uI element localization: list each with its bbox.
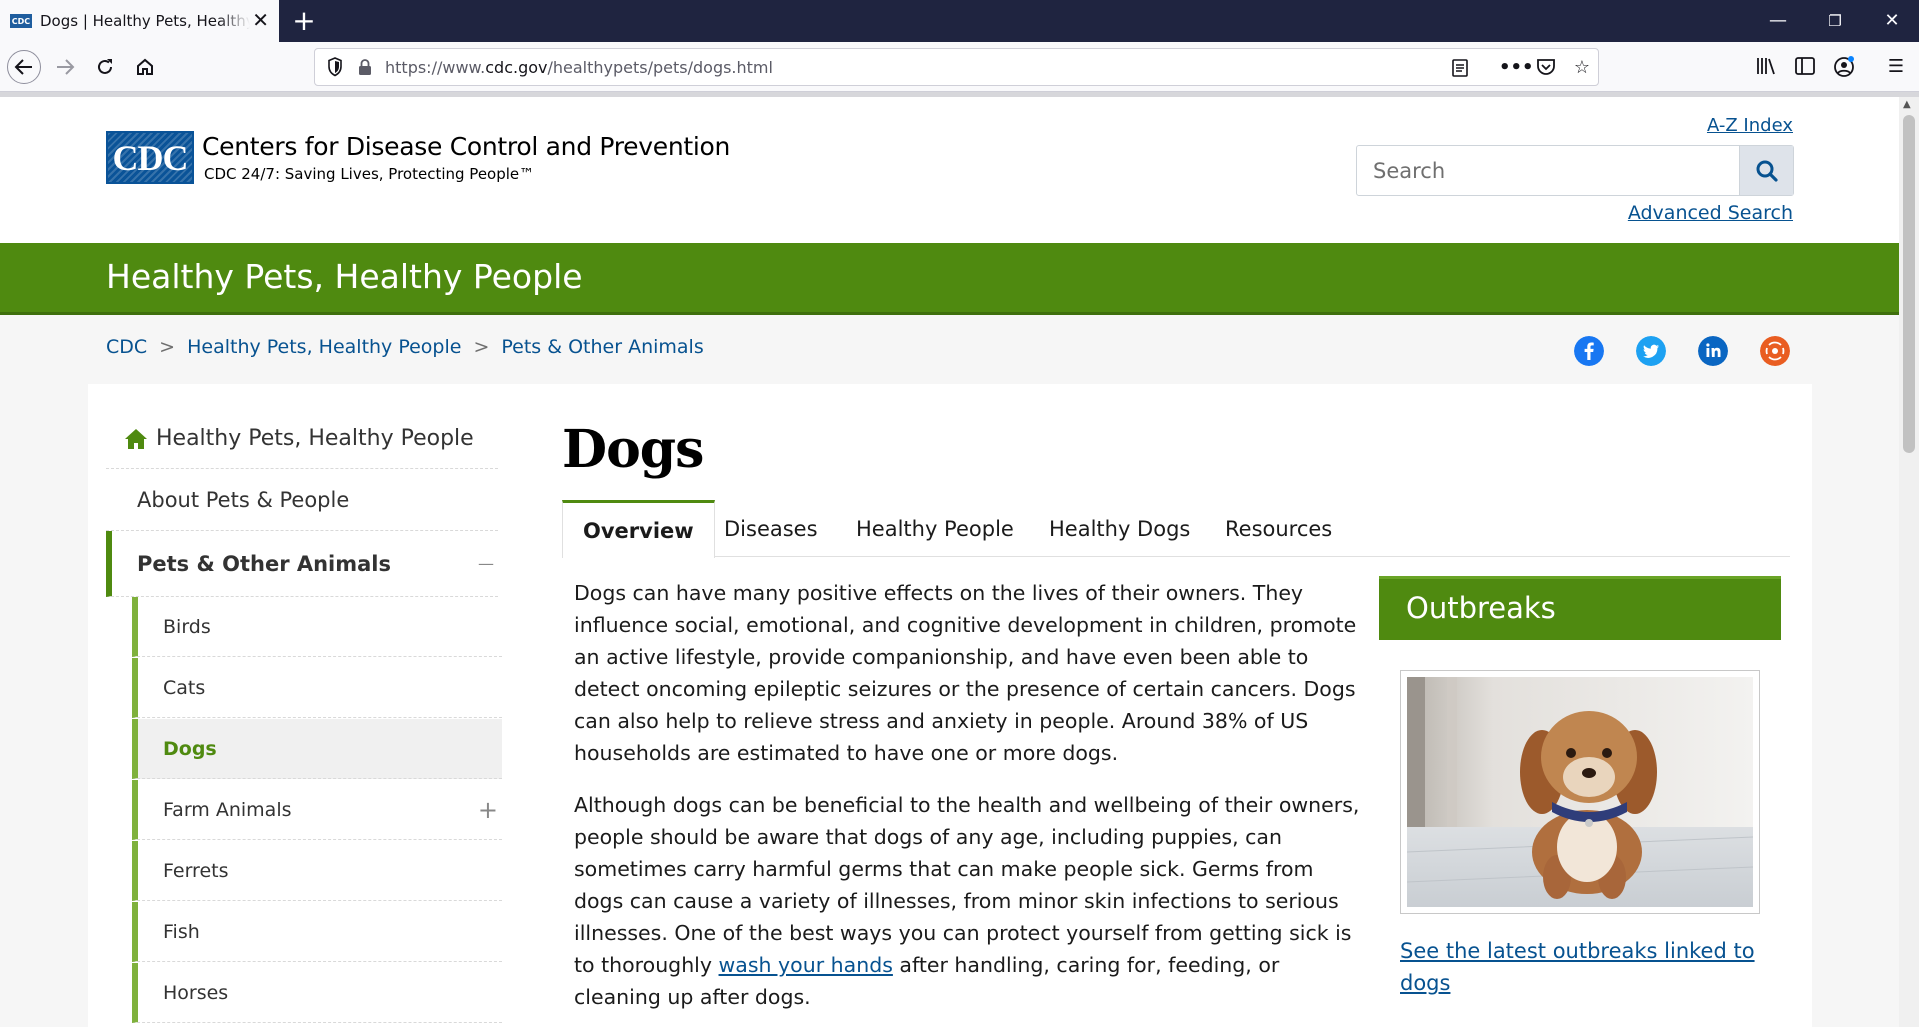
page-actions-icon[interactable]: ••• xyxy=(1499,58,1534,78)
collapse-icon[interactable]: — xyxy=(478,554,494,573)
browser-tab-bar: CDC Dogs | Healthy Pets, Healthy People … xyxy=(0,0,1919,42)
expand-icon[interactable]: + xyxy=(478,796,498,824)
library-icon[interactable] xyxy=(1754,56,1778,78)
back-arrow-icon xyxy=(14,59,32,75)
url-prefix: https://www. xyxy=(385,58,486,77)
sidebar-item-label: Farm Animals xyxy=(163,798,292,821)
pocket-icon[interactable] xyxy=(1535,58,1557,78)
tab-healthy-dogs[interactable]: Healthy Dogs xyxy=(1049,500,1190,557)
home-button[interactable] xyxy=(128,50,162,84)
reload-button[interactable] xyxy=(88,50,122,84)
sidebar-item-about[interactable]: About Pets & People xyxy=(106,469,498,531)
scroll-up-icon[interactable]: ▲ xyxy=(1903,99,1911,110)
tab-title: Dogs | Healthy Pets, Healthy People | CD… xyxy=(40,12,250,30)
wash-hands-link[interactable]: wash your hands xyxy=(719,953,893,977)
tagline: CDC 24/7: Saving Lives, Protecting Peopl… xyxy=(204,165,535,183)
home-icon xyxy=(125,428,147,449)
breadcrumb-pets-other-animals[interactable]: Pets & Other Animals xyxy=(501,336,703,358)
url-domain: cdc.gov xyxy=(485,58,548,77)
minimize-window-button[interactable]: — xyxy=(1758,6,1798,36)
site-header: CDC Centers for Disease Control and Prev… xyxy=(0,97,1899,243)
tab-overview[interactable]: Overview xyxy=(562,500,715,558)
sidebar-item-label: Horses xyxy=(163,981,229,1004)
breadcrumb-separator: > xyxy=(159,336,176,358)
page-title: Dogs xyxy=(562,419,704,480)
sidebar-item-label: Pets & Other Animals xyxy=(137,551,392,576)
cdc-favicon-icon: CDC xyxy=(10,14,32,28)
reader-view-icon[interactable] xyxy=(1449,58,1471,78)
restore-window-button[interactable]: ❐ xyxy=(1815,6,1855,36)
sidebar-item-label: Cats xyxy=(163,676,206,699)
intro-paragraph: Dogs can have many positive effects on t… xyxy=(574,581,1357,765)
browser-nav-bar: https://www.cdc.gov/healthypets/pets/dog… xyxy=(0,42,1919,92)
lock-icon[interactable] xyxy=(357,58,373,76)
sidebar-item-cats[interactable]: Cats xyxy=(132,658,502,718)
sidebar-home-label: Healthy Pets, Healthy People xyxy=(156,426,474,451)
az-index-link[interactable]: A-Z Index xyxy=(1707,115,1793,136)
sidebar-item-pets-other-animals[interactable]: Pets & Other Animals — xyxy=(106,531,498,597)
outbreaks-header: Outbreaks xyxy=(1379,576,1781,640)
search-button[interactable] xyxy=(1739,146,1793,195)
breadcrumb: CDC > Healthy Pets, Healthy People > Pets & … xyxy=(106,336,704,358)
breadcrumb-healthy-pets[interactable]: Healthy Pets, Healthy People xyxy=(187,336,461,358)
org-name[interactable]: Centers for Disease Control and Preventi… xyxy=(202,132,730,161)
site-title-bar: Healthy Pets, Healthy People xyxy=(0,243,1899,315)
sidebar-item-label: About Pets & People xyxy=(137,487,350,512)
logo-text: CDC xyxy=(112,138,189,178)
page-scrollbar[interactable]: ▲ xyxy=(1899,97,1919,1027)
tracking-shield-icon[interactable] xyxy=(327,57,343,77)
sidebar-item-label: Ferrets xyxy=(163,859,229,882)
search-box xyxy=(1356,145,1794,196)
site-title[interactable]: Healthy Pets, Healthy People xyxy=(106,257,583,296)
home-icon xyxy=(137,58,153,75)
sidebar-item-birds[interactable]: Birds xyxy=(132,597,502,657)
url-text[interactable]: https://www.cdc.gov/healthypets/pets/dog… xyxy=(385,58,773,77)
tab-healthy-people[interactable]: Healthy People xyxy=(856,500,1014,557)
browser-tab[interactable]: CDC Dogs | Healthy Pets, Healthy People … xyxy=(0,0,279,42)
outbreaks-link[interactable]: See the latest outbreaks linked to dogs xyxy=(1400,935,1780,999)
content-tabs: Overview Diseases Healthy People Healthy… xyxy=(562,500,1790,558)
account-icon[interactable] xyxy=(1832,56,1856,78)
sidebar-item-horses[interactable]: Horses xyxy=(132,963,502,1023)
cdc-logo[interactable]: CDC xyxy=(106,131,194,184)
close-window-button[interactable]: ✕ xyxy=(1872,6,1912,36)
germs-paragraph: Although dogs can be beneficial to the h… xyxy=(574,789,1364,1013)
sidebar-item-label: Fish xyxy=(163,920,200,943)
breadcrumb-separator: > xyxy=(473,336,490,358)
tab-diseases[interactable]: Diseases xyxy=(724,500,818,557)
linkedin-icon[interactable] xyxy=(1698,336,1728,366)
outbreaks-title: Outbreaks xyxy=(1406,591,1556,625)
new-tab-button[interactable]: + xyxy=(287,4,321,38)
breadcrumb-cdc[interactable]: CDC xyxy=(106,336,147,358)
search-input[interactable] xyxy=(1357,146,1739,195)
facebook-icon[interactable] xyxy=(1574,336,1604,366)
address-bar[interactable]: https://www.cdc.gov/healthypets/pets/dog… xyxy=(314,48,1599,86)
forward-arrow-icon xyxy=(57,59,75,75)
search-icon xyxy=(1756,160,1778,182)
back-button[interactable] xyxy=(7,50,41,84)
menu-hamburger-icon[interactable]: ☰ xyxy=(1884,56,1908,78)
reload-icon xyxy=(98,59,112,74)
sidebar-home[interactable]: Healthy Pets, Healthy People xyxy=(106,409,498,469)
sidebar-item-label: Dogs xyxy=(163,737,217,760)
close-tab-icon[interactable]: ✕ xyxy=(252,10,269,30)
url-path: /healthypets/pets/dogs.html xyxy=(547,58,773,77)
scrollbar-thumb[interactable] xyxy=(1903,115,1915,453)
web-page: CDC Centers for Disease Control and Prev… xyxy=(0,97,1899,1027)
twitter-icon[interactable] xyxy=(1636,336,1666,366)
sidebar-toggle-icon[interactable] xyxy=(1793,56,1817,78)
advanced-search-link[interactable]: Advanced Search xyxy=(1628,202,1793,224)
tab-resources[interactable]: Resources xyxy=(1225,500,1332,557)
sidebar-item-ferrets[interactable]: Ferrets xyxy=(132,841,502,901)
dog-photo[interactable] xyxy=(1400,670,1760,914)
bookmark-star-icon[interactable]: ☆ xyxy=(1571,58,1593,78)
sidebar-item-farm-animals[interactable]: Farm Animals + xyxy=(132,780,502,840)
germs-text: Although dogs can be beneficial to the h… xyxy=(574,793,1360,977)
sidebar-item-dogs[interactable]: Dogs xyxy=(132,719,502,779)
dog-image xyxy=(1406,677,1754,907)
sidebar-item-label: Birds xyxy=(163,615,211,638)
syndicate-icon[interactable] xyxy=(1760,336,1790,366)
sidebar-item-fish[interactable]: Fish xyxy=(132,902,502,962)
forward-button[interactable] xyxy=(48,50,82,84)
